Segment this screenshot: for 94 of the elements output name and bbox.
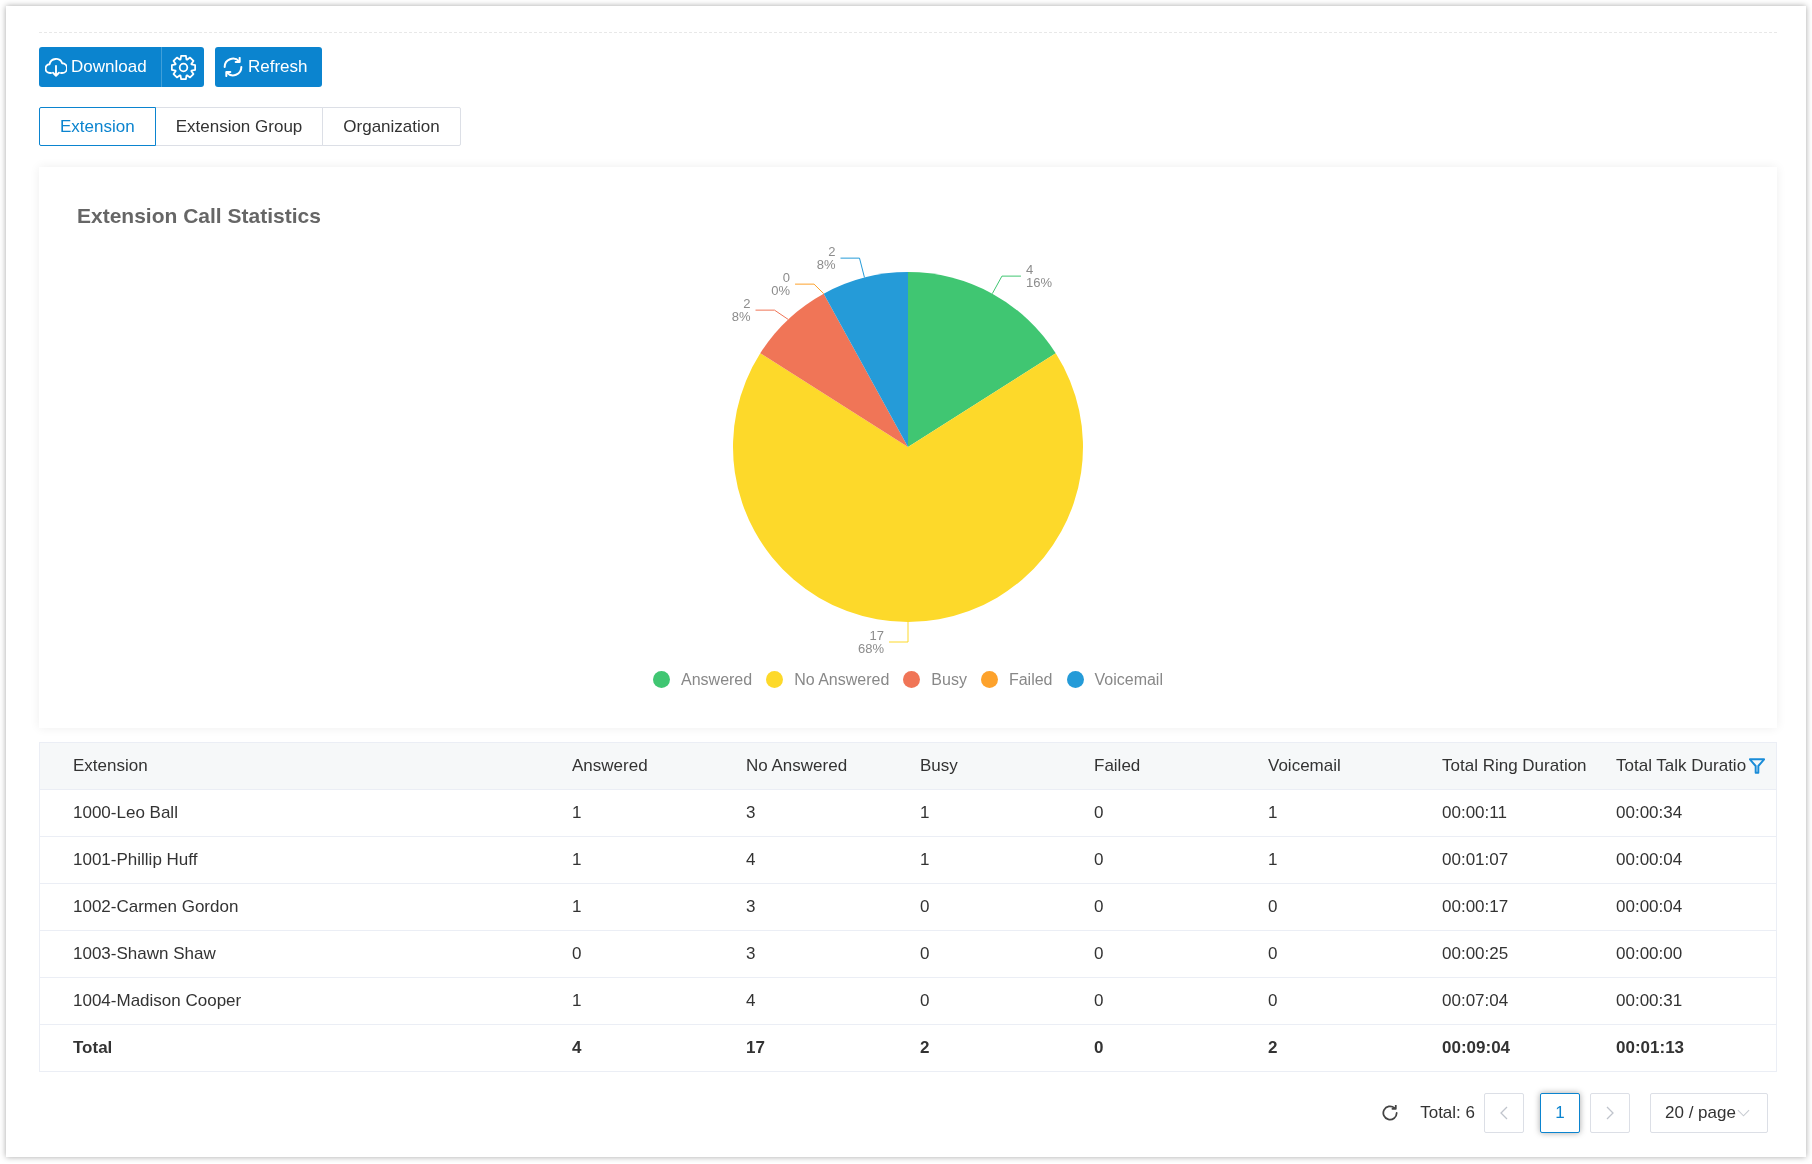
table-cell-text: 00:01:13 xyxy=(1616,1038,1686,1058)
table-cell-text: 0 xyxy=(1094,897,1105,917)
value-label: 2 xyxy=(743,296,751,312)
chevron-left-icon xyxy=(1500,1106,1508,1120)
table-cell-text: 1000-Leo Ball xyxy=(72,803,179,823)
leader-line xyxy=(794,283,825,295)
column-header: Voicemail xyxy=(1268,756,1341,776)
table-cell-text: 00:07:04 xyxy=(1442,991,1510,1011)
table-cell-text: 00:00:31 xyxy=(1616,991,1684,1011)
total-count: Total: 6 xyxy=(1420,1103,1475,1123)
table-cell-text: 0 xyxy=(1094,991,1105,1011)
table-cell-text: 1 xyxy=(1268,803,1279,823)
table-cell-text: 0 xyxy=(572,944,583,964)
chart-title: Extension Call Statistics xyxy=(77,203,322,229)
table-cell-text: 0 xyxy=(1094,850,1105,870)
legend-label: Answered xyxy=(681,670,753,689)
tab[interactable]: Organization xyxy=(322,107,461,146)
table-cell-text: 0 xyxy=(1094,1038,1105,1058)
table-cell-text: 0 xyxy=(1268,897,1279,917)
refresh-icon[interactable] xyxy=(1382,1105,1399,1121)
table-cell-text: 0 xyxy=(920,944,931,964)
table-cell-text: 3 xyxy=(746,803,757,823)
table-cell-text: 0 xyxy=(1268,944,1279,964)
cloud-download-icon xyxy=(45,57,67,77)
page-button[interactable]: 1 xyxy=(1540,1093,1580,1133)
table-cell-text: 1 xyxy=(920,850,931,870)
page-size-select[interactable]: 20 / page xyxy=(1650,1093,1768,1133)
table-cell-text: 2 xyxy=(920,1038,931,1058)
download-button[interactable]: Download xyxy=(39,47,161,87)
percent-label: 8% xyxy=(731,309,751,325)
settings-button[interactable] xyxy=(161,47,204,87)
column-header: Busy xyxy=(920,756,958,776)
value-label: 17 xyxy=(869,628,884,643)
table-cell-text: 00:00:04 xyxy=(1616,850,1684,870)
table-cell-text: 00:00:34 xyxy=(1616,803,1684,823)
column-header: Total Talk Duratio xyxy=(1616,756,1747,776)
table-cell-text: 3 xyxy=(746,944,757,964)
leader-line xyxy=(991,275,1022,295)
table-cell-text: 17 xyxy=(746,1038,766,1058)
table-cell-text: 0 xyxy=(1268,991,1279,1011)
column-header: No Answered xyxy=(746,756,848,776)
value-label: 0 xyxy=(782,270,791,286)
table-cell-text: 00:00:25 xyxy=(1442,944,1510,964)
table-cell-text: 4 xyxy=(572,1038,583,1058)
table-cell-text: 00:00:04 xyxy=(1616,897,1684,917)
tab[interactable]: Extension xyxy=(39,107,156,146)
table-cell-text: 3 xyxy=(746,897,757,917)
table-cell-text: 00:00:11 xyxy=(1442,803,1508,823)
chevron-right-icon xyxy=(1606,1106,1614,1120)
column-header: Answered xyxy=(572,756,648,776)
value-label: 2 xyxy=(828,244,836,260)
legend-label: No Answered xyxy=(794,670,890,689)
filter-icon[interactable] xyxy=(1749,758,1766,774)
table-cell-text: 00:00:00 xyxy=(1616,944,1684,964)
tab[interactable]: Extension Group xyxy=(154,107,324,146)
leader-line xyxy=(840,257,865,278)
column-header: Total Ring Duration xyxy=(1442,756,1587,776)
percent-label: 68% xyxy=(857,641,884,656)
table-cell-text: 1 xyxy=(572,991,583,1011)
legend-label: Failed xyxy=(1008,670,1053,689)
table-cell-text: 1002-Carmen Gordon xyxy=(72,897,240,917)
chevron-down-icon xyxy=(1736,1109,1750,1117)
refresh-icon xyxy=(223,57,243,77)
leader-line xyxy=(755,309,789,320)
table-cell-text: 1004-Madison Cooper xyxy=(72,991,243,1011)
percent-label: 0% xyxy=(771,283,791,299)
legend-label: Busy xyxy=(931,670,967,689)
value-label: 4 xyxy=(1025,262,1034,278)
percent-label: 16% xyxy=(1025,275,1052,291)
table-cell-text: 2 xyxy=(1268,1038,1279,1058)
table-cell-text: 4 xyxy=(746,991,757,1011)
table-cell-text: 4 xyxy=(746,850,757,870)
column-header: Failed xyxy=(1094,756,1141,776)
gear-icon xyxy=(170,54,196,80)
table-cell-text: 1 xyxy=(1268,850,1279,870)
table-cell-text: 0 xyxy=(1094,944,1105,964)
table-cell-text: 1003-Shawn Shaw xyxy=(72,944,217,964)
leader-line xyxy=(888,621,909,643)
table-cell-text: 0 xyxy=(1094,803,1105,823)
table-cell-text: 1 xyxy=(920,803,931,823)
percent-label: 8% xyxy=(816,257,836,273)
table-cell-text: 1001-Phillip Huff xyxy=(72,850,199,870)
table-cell-text: 00:00:17 xyxy=(1442,897,1510,917)
table-cell-text: 00:09:04 xyxy=(1442,1038,1512,1058)
table-cell-text: 0 xyxy=(920,991,931,1011)
legend-label: Voicemail xyxy=(1094,670,1163,689)
table-cell-text: Total xyxy=(72,1038,114,1058)
table-cell-text: 0 xyxy=(920,897,931,917)
table-cell-text: 1 xyxy=(572,803,583,823)
refresh-button[interactable]: Refresh xyxy=(215,47,322,87)
column-header: Extension xyxy=(73,756,148,776)
table-cell-text: 00:01:07 xyxy=(1442,850,1510,870)
table-cell-text: 1 xyxy=(572,897,583,917)
table-cell-text: 1 xyxy=(572,850,583,870)
